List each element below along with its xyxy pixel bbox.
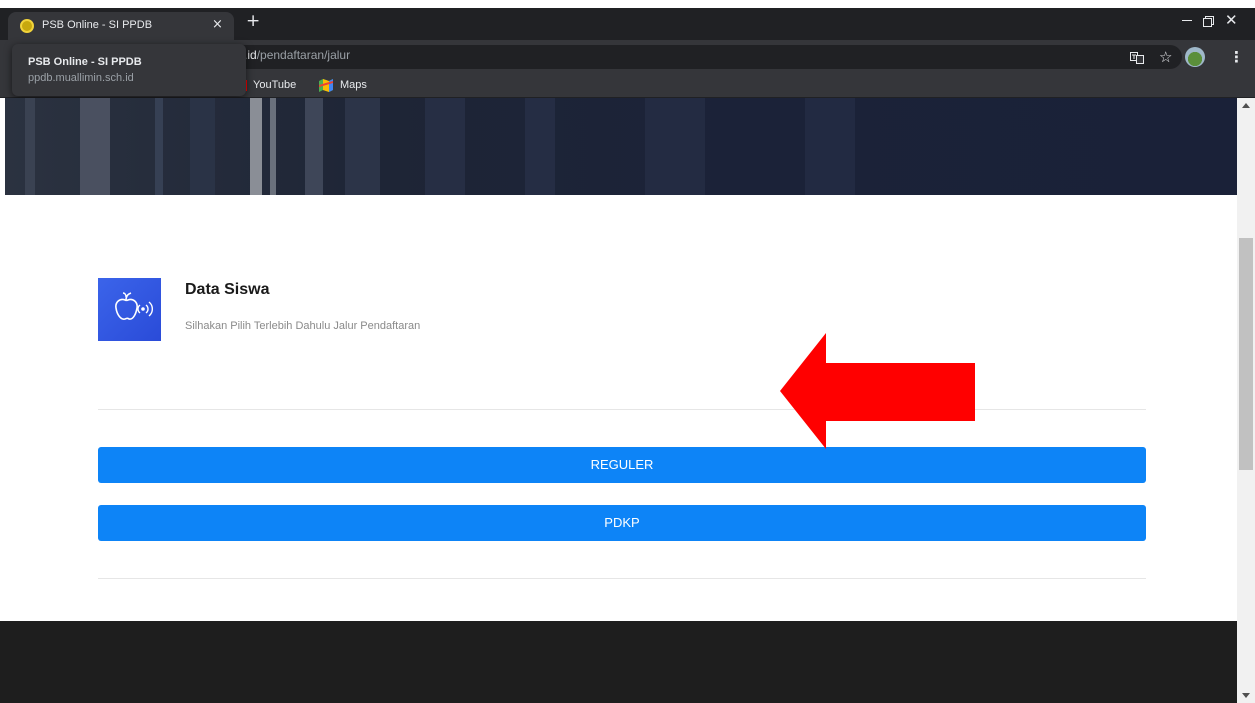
- tab-close-icon[interactable]: ×: [212, 17, 223, 32]
- hero-shelf-shape: [270, 98, 276, 195]
- url-path: /pendaftaran/jalur: [256, 48, 351, 62]
- site-favicon-icon: [20, 19, 34, 33]
- red-arrow-left-icon: [780, 333, 975, 449]
- scroll-down-arrow-icon[interactable]: [1242, 693, 1250, 698]
- window-minimize-icon[interactable]: [1180, 13, 1194, 27]
- bookmark-youtube[interactable]: YouTube: [253, 79, 296, 91]
- hero-shelf-shape: [155, 98, 163, 195]
- scrollbar-thumb[interactable]: [1239, 238, 1253, 470]
- screenshot: PSB Online - SI PPDB × + ✕ .id/pendaftar…: [0, 0, 1255, 703]
- reguler-button[interactable]: REGULER: [98, 447, 1146, 483]
- hero-shelf-shape: [190, 98, 215, 195]
- tab-hover-card: PSB Online - SI PPDB ppdb.muallimin.sch.…: [12, 44, 246, 96]
- browser-tab[interactable]: PSB Online - SI PPDB ×: [8, 12, 234, 40]
- scroll-up-arrow-icon[interactable]: [1242, 103, 1250, 108]
- hover-card-title: PSB Online - SI PPDB: [28, 56, 142, 68]
- hero-shelf-shape: [425, 98, 465, 195]
- bookmark-maps[interactable]: Maps: [340, 79, 367, 91]
- web-page: Data Siswa Silhakan Pilih Terlebih Dahul…: [0, 98, 1237, 703]
- divider: [98, 578, 1146, 579]
- translate-icon[interactable]: [1130, 51, 1144, 64]
- hero-shelf-shape: [250, 98, 262, 195]
- window-close-icon[interactable]: ✕: [1225, 11, 1238, 29]
- pdkp-button[interactable]: PDKP: [98, 505, 1146, 541]
- hero-shelf-shape: [80, 98, 110, 195]
- divider: [98, 409, 1146, 410]
- bookmark-star-icon[interactable]: ☆: [1159, 48, 1172, 66]
- hero-shelf-shape: [345, 98, 380, 195]
- profile-avatar[interactable]: [1185, 47, 1205, 67]
- tab-title: PSB Online - SI PPDB: [42, 19, 153, 31]
- hero-shelf-shape: [525, 98, 555, 195]
- apple-signal-icon: [98, 278, 161, 341]
- hero-shelf-shape: [25, 98, 35, 195]
- hero-shelf-shape: [805, 98, 855, 195]
- hover-card-url: ppdb.muallimin.sch.id: [28, 72, 134, 84]
- hero-shelf-shape: [645, 98, 705, 195]
- page-scrollbar[interactable]: [1237, 98, 1255, 703]
- browser-tab-bar: PSB Online - SI PPDB × + ✕: [0, 8, 1255, 40]
- maps-icon: [318, 79, 334, 92]
- feature-subtitle: Silhakan Pilih Terlebih Dahulu Jalur Pen…: [185, 320, 421, 332]
- url-text[interactable]: .id/pendaftaran/jalur: [244, 48, 350, 62]
- page-footer: [0, 621, 1237, 703]
- feature-title: Data Siswa: [185, 281, 270, 298]
- new-tab-icon[interactable]: +: [246, 11, 260, 31]
- cropped-caption-strip: [0, 0, 1255, 8]
- browser-menu-icon[interactable]: ⋮: [1229, 48, 1244, 66]
- window-restore-icon[interactable]: [1203, 14, 1214, 27]
- hero-banner-image: [5, 98, 1237, 195]
- hero-shelf-shape: [305, 98, 323, 195]
